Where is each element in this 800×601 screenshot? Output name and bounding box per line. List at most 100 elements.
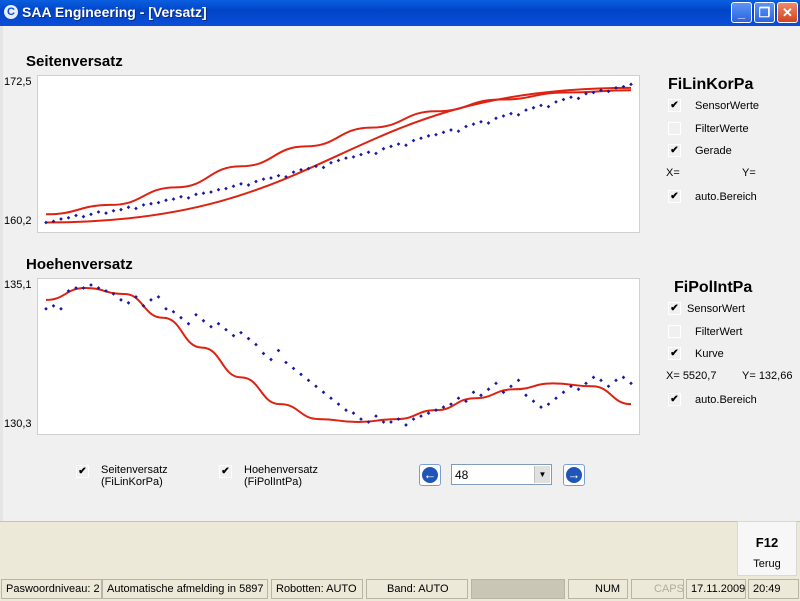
window-title: SAA Engineering - [Versatz] xyxy=(22,4,207,20)
chevron-down-icon[interactable]: ▼ xyxy=(534,466,550,483)
data-point xyxy=(171,197,176,201)
data-point xyxy=(426,134,431,138)
option-sensorwerte[interactable]: SensorWerte xyxy=(668,99,759,112)
option-gerade[interactable]: Gerade xyxy=(668,144,732,157)
data-point xyxy=(329,160,333,165)
data-point xyxy=(584,381,588,386)
data-point xyxy=(89,212,93,217)
checkbox[interactable] xyxy=(668,302,681,315)
data-point xyxy=(306,378,311,383)
time: 20:49 xyxy=(748,579,799,599)
option-filterwert[interactable]: FilterWert xyxy=(668,325,742,338)
checkbox[interactable] xyxy=(668,144,681,157)
status-bar: Paswoordniveau: 2 Automatische afmelding… xyxy=(0,577,800,601)
checkbox[interactable] xyxy=(668,325,681,338)
data-point xyxy=(216,187,221,192)
data-point xyxy=(44,220,48,225)
data-point xyxy=(254,342,258,347)
option-auto-bereich-bottom[interactable]: auto.Bereich xyxy=(668,393,757,406)
data-point xyxy=(111,208,116,213)
checkbox[interactable] xyxy=(219,465,232,478)
data-point xyxy=(546,104,551,109)
toggle-hoehenversatz[interactable]: Hoehenversatz(FiPolIntPa) xyxy=(219,464,318,488)
data-point xyxy=(314,384,318,389)
data-point xyxy=(216,321,221,326)
data-point xyxy=(104,211,108,215)
checkbox[interactable] xyxy=(668,347,681,360)
data-point xyxy=(261,177,266,182)
data-point xyxy=(291,366,296,371)
data-point xyxy=(59,217,63,221)
data-point xyxy=(614,378,618,383)
data-point xyxy=(239,330,243,335)
chart-title-seitenversatz: Seitenversatz xyxy=(26,53,123,70)
data-point xyxy=(66,215,71,220)
data-point xyxy=(389,144,393,149)
data-point xyxy=(239,182,243,186)
previous-button[interactable]: ← xyxy=(419,464,441,486)
data-point xyxy=(606,384,611,389)
caps-indicator: CAPS xyxy=(631,579,684,599)
data-point xyxy=(509,111,513,116)
toggle-seitenversatz[interactable]: Seitenversatz(FiLinKorPa) xyxy=(76,464,168,488)
data-point xyxy=(209,190,213,194)
data-point xyxy=(531,399,536,404)
status-blank xyxy=(471,579,565,599)
f12-key-label: F12 xyxy=(755,535,779,550)
data-point xyxy=(201,191,206,196)
data-point xyxy=(74,213,78,218)
data-point xyxy=(51,304,56,308)
y-readout-bottom: Y= 132,66 xyxy=(742,370,793,382)
data-point xyxy=(126,205,131,210)
option-auto-bereich-top[interactable]: auto.Bereich xyxy=(668,190,757,203)
data-point xyxy=(381,146,386,151)
record-select[interactable]: 48 ▼ xyxy=(451,464,552,485)
minimize-button[interactable]: _ xyxy=(731,2,752,23)
checkbox[interactable] xyxy=(668,99,681,112)
data-point xyxy=(126,301,131,305)
restore-button[interactable]: ❐ xyxy=(754,2,775,23)
data-point xyxy=(554,100,558,104)
data-point xyxy=(434,408,438,412)
back-button[interactable]: F12 Terug xyxy=(737,521,797,576)
data-point xyxy=(501,114,506,118)
data-point xyxy=(156,295,161,299)
app-icon: C xyxy=(4,5,18,19)
option-sensorwert[interactable]: SensorWert xyxy=(668,302,745,315)
data-point xyxy=(359,417,363,421)
data-point xyxy=(231,333,236,338)
chart-svg xyxy=(44,82,633,225)
data-point xyxy=(156,200,161,205)
y-max-label: 172,5 xyxy=(4,76,32,88)
data-point xyxy=(359,152,363,157)
data-point xyxy=(629,381,633,386)
data-point xyxy=(329,396,333,401)
data-point xyxy=(231,184,236,189)
data-point xyxy=(246,183,251,187)
data-point xyxy=(516,378,521,383)
chart-svg xyxy=(44,283,633,427)
data-point xyxy=(509,384,513,389)
data-point xyxy=(261,351,266,356)
checkbox[interactable] xyxy=(76,465,89,478)
band-status: Band: AUTO xyxy=(366,579,468,599)
data-point xyxy=(44,306,48,311)
fit-curve-1 xyxy=(45,86,632,224)
x-readout-top: X= xyxy=(666,167,680,179)
checkbox[interactable] xyxy=(668,190,681,203)
x-readout-bottom: X= 5520,7 xyxy=(666,370,717,382)
data-point xyxy=(404,143,408,148)
checkbox[interactable] xyxy=(668,122,681,135)
close-button[interactable]: ✕ xyxy=(777,2,798,23)
option-kurve[interactable]: Kurve xyxy=(668,347,724,360)
back-label: Terug xyxy=(753,558,781,570)
data-point xyxy=(224,327,228,332)
data-point xyxy=(119,298,123,302)
data-point xyxy=(494,381,498,386)
data-point xyxy=(411,417,416,421)
option-filterwerte[interactable]: FilterWerte xyxy=(668,122,749,135)
checkbox[interactable] xyxy=(668,393,681,406)
y-readout-top: Y= xyxy=(742,167,756,179)
next-button[interactable]: → xyxy=(563,464,585,486)
data-point xyxy=(396,417,401,421)
